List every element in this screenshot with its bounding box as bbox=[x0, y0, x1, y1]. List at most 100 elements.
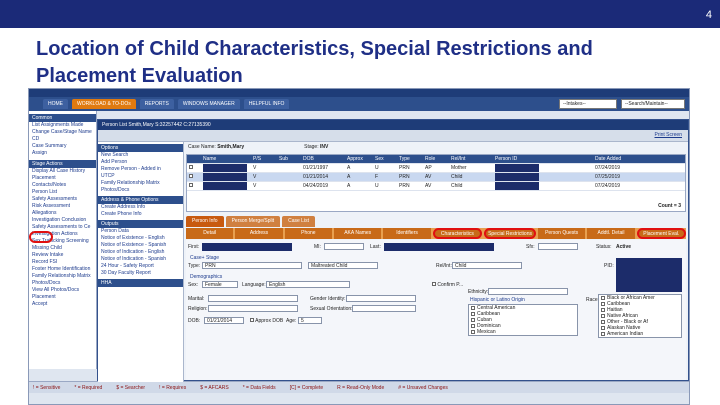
left-item[interactable]: Family Relationship Matrix bbox=[29, 273, 96, 280]
confirm-checkbox[interactable]: Confirm P... bbox=[432, 282, 463, 288]
left-item[interactable]: Accept bbox=[29, 301, 96, 308]
left-item[interactable]: Risk Assessment bbox=[29, 203, 96, 210]
left-item[interactable]: Missing Child bbox=[29, 245, 96, 252]
age-field[interactable]: 5 bbox=[298, 317, 322, 324]
grid-header-approx[interactable]: Approx bbox=[345, 156, 373, 162]
sex-select[interactable]: Female bbox=[202, 281, 238, 288]
left-item[interactable]: Review Intake bbox=[29, 252, 96, 259]
output-item[interactable]: Person Data bbox=[98, 228, 183, 235]
left-item[interactable]: Safety Assessments to Ce bbox=[29, 224, 96, 231]
grid-header-person-id[interactable]: Person ID bbox=[493, 156, 543, 162]
tab-placement-eval[interactable]: Placement Eval. bbox=[636, 228, 686, 239]
tab-person-merge-split[interactable]: Person Merge/Split bbox=[225, 216, 281, 227]
nav-tab-reports[interactable]: REPORTS bbox=[139, 99, 174, 109]
left-item[interactable]: List Assignments Made bbox=[29, 122, 96, 129]
row-checkbox[interactable] bbox=[187, 174, 201, 180]
type-select[interactable]: PRN bbox=[202, 262, 302, 269]
nav-tab-home[interactable]: HOME bbox=[43, 99, 68, 109]
cell-date-added: 07/24/2019 bbox=[595, 165, 621, 171]
tab-case-list[interactable]: Case List bbox=[282, 216, 315, 227]
dob-field[interactable]: 01/21/2014 bbox=[204, 317, 244, 324]
output-item[interactable]: Notice of Existence - English bbox=[98, 235, 183, 242]
table-row[interactable]: V 01/21/1997 A U PRN AP Mother 07/24/201… bbox=[187, 164, 685, 173]
left-item[interactable]: Photos/Docs bbox=[29, 280, 96, 287]
left-item[interactable]: Safety Assessments bbox=[29, 196, 96, 203]
intakes-select[interactable]: --Intakes-- bbox=[559, 99, 617, 109]
rel-int-select[interactable]: Child bbox=[452, 262, 522, 269]
left-item[interactable]: View All Photos/Docs bbox=[29, 287, 96, 294]
left-item[interactable]: Investigation Conclusion bbox=[29, 217, 96, 224]
tab-characteristics[interactable]: Characteristics bbox=[432, 228, 483, 239]
output-item[interactable]: Notice of Indication - English bbox=[98, 249, 183, 256]
grid-header-name[interactable]: Name bbox=[201, 156, 251, 162]
sexual-orientation-select[interactable] bbox=[352, 305, 416, 312]
nav-tab-workload[interactable]: WORKLOAD & TO-DOs bbox=[72, 99, 136, 109]
role-select[interactable]: Maltreated Child bbox=[308, 262, 378, 269]
cell-role: AP bbox=[425, 165, 432, 171]
ethnicity-select[interactable] bbox=[488, 288, 568, 295]
tab-detail[interactable]: Detail bbox=[186, 228, 234, 239]
tab-addtl-detail[interactable]: Addtl. Detail bbox=[587, 228, 635, 239]
tab-person-quests[interactable]: Person Quests bbox=[537, 228, 586, 239]
option-item[interactable]: Photos/Docs bbox=[98, 187, 183, 194]
grid-header-dob[interactable]: DOB bbox=[301, 156, 345, 162]
redacted-last-name bbox=[384, 243, 494, 251]
option-item[interactable]: Create Phone Info bbox=[98, 211, 183, 218]
search-maintain-select[interactable]: --Search/Maintain-- bbox=[621, 99, 685, 109]
demographics-header: Demographics bbox=[190, 274, 223, 280]
grid-header-sex[interactable]: Sex bbox=[373, 156, 397, 162]
nav-tab-helpful-info[interactable]: HELPFUL INFO bbox=[243, 99, 290, 109]
option-item[interactable]: New Search bbox=[98, 152, 183, 159]
option-item[interactable]: UTCP bbox=[98, 173, 183, 180]
print-screen-link[interactable]: Print Screen bbox=[654, 132, 682, 138]
left-item[interactable]: Foster Home Identification bbox=[29, 266, 96, 273]
mi-field[interactable] bbox=[324, 243, 364, 250]
output-item[interactable]: 30 Day Faculty Report bbox=[98, 270, 183, 277]
output-item[interactable]: Notice of Indication - Spanish bbox=[98, 256, 183, 263]
tab-aka-names[interactable]: AKA Names bbox=[334, 228, 382, 239]
sfx-select[interactable] bbox=[538, 243, 578, 250]
marital-select[interactable] bbox=[208, 295, 298, 302]
approx-dob-checkbox[interactable]: Approx DOB bbox=[250, 318, 283, 324]
language-select[interactable]: English bbox=[266, 281, 350, 288]
grid-header-rel[interactable]: Rel/Int bbox=[449, 156, 493, 162]
left-item[interactable]: Case Summary bbox=[29, 143, 96, 150]
output-item[interactable]: Notice of Existence - Spanish bbox=[98, 242, 183, 249]
table-row[interactable]: V 04/24/2019 A U PRN AV Child 07/24/2019 bbox=[187, 182, 685, 191]
option-item[interactable]: Family Relationship Matrix bbox=[98, 180, 183, 187]
tab-special-restrictions[interactable]: Special Restrictions bbox=[484, 228, 536, 239]
left-item[interactable]: Assign bbox=[29, 150, 96, 157]
left-item-person-list[interactable]: Person List bbox=[29, 189, 96, 196]
left-item[interactable]: Placement bbox=[29, 294, 96, 301]
option-item[interactable]: Create Address Info bbox=[98, 204, 183, 211]
row-checkbox[interactable] bbox=[187, 165, 201, 171]
output-item[interactable]: 24 Hour - Safety Report bbox=[98, 263, 183, 270]
grid-header-role[interactable]: Role bbox=[423, 156, 449, 162]
grid-header-date-added[interactable]: Date Added bbox=[593, 156, 653, 162]
left-item[interactable]: Change Case/Stage Name bbox=[29, 129, 96, 136]
tab-identifiers[interactable]: Identifiers bbox=[383, 228, 431, 239]
tab-phone[interactable]: Phone bbox=[284, 228, 333, 239]
option-item[interactable]: Add Person bbox=[98, 159, 183, 166]
legend-item: * = Required bbox=[74, 384, 103, 391]
left-item[interactable]: CD bbox=[29, 136, 96, 143]
grid-header-type[interactable]: Type bbox=[397, 156, 423, 162]
left-item[interactable]: Display All Case History bbox=[29, 168, 96, 175]
grid-header-ps[interactable]: P/S bbox=[251, 156, 277, 162]
nav-tab-windows-manager[interactable]: WINDOWS MANAGER bbox=[177, 99, 240, 109]
tab-address[interactable]: Address bbox=[235, 228, 283, 239]
religion-select[interactable] bbox=[208, 305, 298, 312]
list-item[interactable]: Mexican bbox=[469, 329, 577, 335]
table-row-selected[interactable]: V 01/21/2014 A F PRN AV Child 07/25/2019 bbox=[187, 173, 685, 182]
mi-label: MI: bbox=[314, 244, 321, 250]
tab-person-info[interactable]: Person Info bbox=[186, 216, 224, 227]
list-item[interactable]: American Indian bbox=[599, 331, 681, 337]
gender-identity-select[interactable] bbox=[346, 295, 416, 302]
left-item[interactable]: Record FSI bbox=[29, 259, 96, 266]
left-item[interactable]: Allegations bbox=[29, 210, 96, 217]
grid-header-sub[interactable]: Sub bbox=[277, 156, 301, 162]
left-item[interactable]: Placement bbox=[29, 175, 96, 182]
option-item[interactable]: Remove Person - Added in bbox=[98, 166, 183, 173]
row-checkbox[interactable] bbox=[187, 183, 201, 189]
left-item[interactable]: Contacts/Notes bbox=[29, 182, 96, 189]
